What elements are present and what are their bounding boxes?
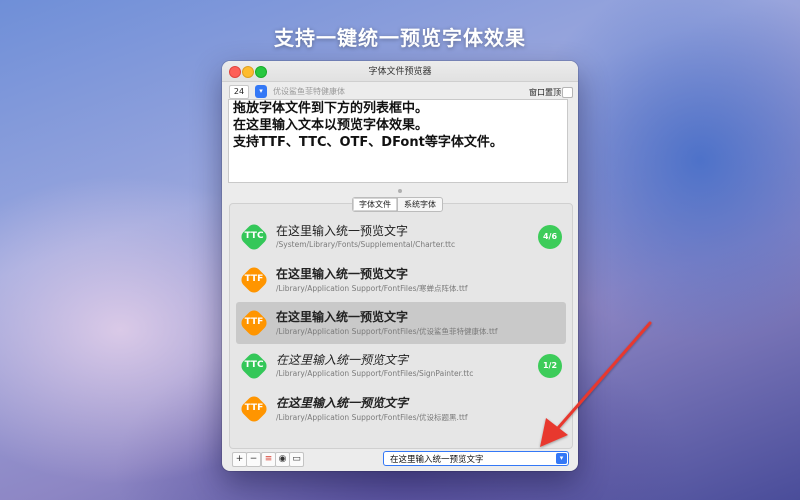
ttc-badge-icon: TTC bbox=[238, 221, 270, 253]
window-title: 字体文件预览器 bbox=[368, 67, 432, 77]
text-line: 在这里输入文本以预览字体效果。 bbox=[233, 118, 429, 133]
font-path: /Library/Application Support/FontFiles/寒… bbox=[276, 284, 468, 293]
face-count-badge: 1/2 bbox=[538, 354, 562, 378]
font-sample: 在这里输入统一预览文字 bbox=[276, 310, 409, 324]
preview-text-combo[interactable]: 在这里输入统一预览文字 ▾ bbox=[383, 451, 569, 466]
font-size-chevron-icon[interactable]: ▾ bbox=[255, 85, 267, 98]
filter-button[interactable]: ≡ bbox=[261, 452, 276, 467]
font-sample: 在这里输入统一预览文字 bbox=[276, 396, 409, 410]
font-list-item[interactable]: TTC 在这里输入统一预览文字 /Library/Application Sup… bbox=[236, 345, 566, 387]
font-sample: 在这里输入统一预览文字 bbox=[276, 224, 409, 238]
remove-button[interactable]: − bbox=[246, 452, 261, 467]
font-sample: 在这里输入统一预览文字 bbox=[276, 267, 409, 281]
font-size-field[interactable]: 24 bbox=[229, 85, 249, 99]
font-list-item-selected[interactable]: TTF 在这里输入统一预览文字 /Library/Application Sup… bbox=[236, 302, 566, 344]
tab-font-files[interactable]: 字体文件 bbox=[353, 198, 397, 211]
font-preview-window: 字体文件预览器 24 ▾ 优设鲨鱼菲特健康体 窗口置顶 拖放字体文件到下方的列表… bbox=[222, 61, 578, 471]
ttf-badge-icon: TTF bbox=[238, 264, 270, 296]
font-path: /Library/Application Support/FontFiles/优… bbox=[276, 327, 498, 336]
split-handle[interactable] bbox=[398, 189, 402, 193]
remove-icon: − bbox=[249, 454, 258, 464]
always-on-top-checkbox[interactable] bbox=[562, 87, 573, 98]
promo-headline: 支持一键统一预览字体效果 bbox=[274, 26, 526, 50]
text-line: 拖放字体文件到下方的列表框中。 bbox=[233, 101, 429, 116]
toolbar: 24 ▾ 优设鲨鱼菲特健康体 窗口置顶 bbox=[222, 82, 578, 100]
ttf-badge-icon: TTF bbox=[238, 307, 270, 339]
title-bar[interactable]: 字体文件预览器 bbox=[222, 61, 578, 82]
current-font-name: 优设鲨鱼菲特健康体 bbox=[273, 87, 345, 96]
face-count-badge: 4/6 bbox=[538, 225, 562, 249]
open-folder-button[interactable]: ▭ bbox=[289, 452, 304, 467]
font-path: /System/Library/Fonts/Supplemental/Chart… bbox=[276, 240, 456, 249]
chevron-down-icon[interactable]: ▾ bbox=[556, 453, 567, 464]
source-tabs: 字体文件 系统字体 bbox=[352, 197, 443, 212]
add-icon: + bbox=[235, 454, 244, 464]
font-list-item[interactable]: TTF 在这里输入统一预览文字 /Library/Application Sup… bbox=[236, 259, 566, 301]
folder-icon: ▭ bbox=[292, 454, 301, 464]
filter-icon: ≡ bbox=[264, 454, 273, 464]
font-sample: 在这里输入统一预览文字 bbox=[276, 353, 409, 367]
font-list-item[interactable]: TTC 在这里输入统一预览文字 /System/Library/Fonts/Su… bbox=[236, 216, 566, 258]
font-list-item[interactable]: TTF 在这里输入统一预览文字 /Library/Application Sup… bbox=[236, 388, 566, 430]
add-button[interactable]: + bbox=[232, 452, 247, 467]
ttc-badge-icon: TTC bbox=[238, 350, 270, 382]
preview-text-area[interactable]: 拖放字体文件到下方的列表框中。 在这里输入文本以预览字体效果。 支持TTF、TT… bbox=[228, 99, 568, 183]
font-path: /Library/Application Support/FontFiles/优… bbox=[276, 413, 468, 422]
tab-system-fonts[interactable]: 系统字体 bbox=[398, 198, 442, 211]
font-path: /Library/Application Support/FontFiles/S… bbox=[276, 369, 474, 378]
preview-button[interactable]: ◉ bbox=[275, 452, 290, 467]
ttf-badge-icon: TTF bbox=[238, 393, 270, 425]
eye-icon: ◉ bbox=[278, 454, 287, 464]
preview-text-value: 在这里输入统一预览文字 bbox=[390, 455, 484, 465]
font-list: TTC 在这里输入统一预览文字 /System/Library/Fonts/Su… bbox=[229, 203, 573, 449]
always-on-top-label: 窗口置顶 bbox=[529, 88, 561, 97]
text-line: 支持TTF、TTC、OTF、DFont等字体文件。 bbox=[233, 135, 503, 150]
bottom-toolbar: + − ≡ ◉ ▭ 在这里输入统一预览文字 ▾ bbox=[222, 448, 578, 471]
